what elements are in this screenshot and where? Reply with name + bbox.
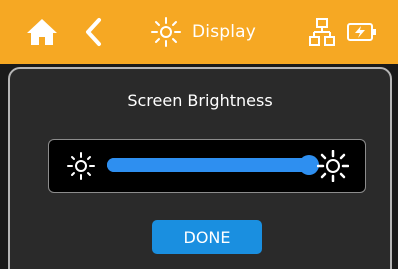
header-title-group: Display <box>150 14 256 50</box>
battery-charging-icon <box>347 23 376 41</box>
network-icon <box>309 18 335 46</box>
brightness-panel: Screen Brightness DONE <box>8 67 392 269</box>
brightness-slider-thumb[interactable] <box>299 155 319 175</box>
battery-status[interactable] <box>345 16 379 48</box>
brightness-label: Screen Brightness <box>127 91 273 110</box>
done-button[interactable]: DONE <box>152 220 262 254</box>
back-chevron-icon <box>86 18 101 46</box>
brightness-slider-fill <box>107 158 313 172</box>
display-settings-screen: Display Screen Brightness DONE <box>0 0 398 269</box>
home-icon <box>27 19 57 45</box>
sun-high-icon <box>317 150 349 182</box>
sun-low-icon <box>67 152 95 180</box>
back-button[interactable] <box>78 14 108 50</box>
brightness-slider-track[interactable] <box>107 155 319 175</box>
sun-icon <box>151 17 181 47</box>
top-bar: Display <box>0 0 398 64</box>
network-status[interactable] <box>307 16 337 48</box>
brightness-slider-box <box>48 139 366 193</box>
page-title: Display <box>192 22 257 42</box>
home-button[interactable] <box>20 14 64 50</box>
